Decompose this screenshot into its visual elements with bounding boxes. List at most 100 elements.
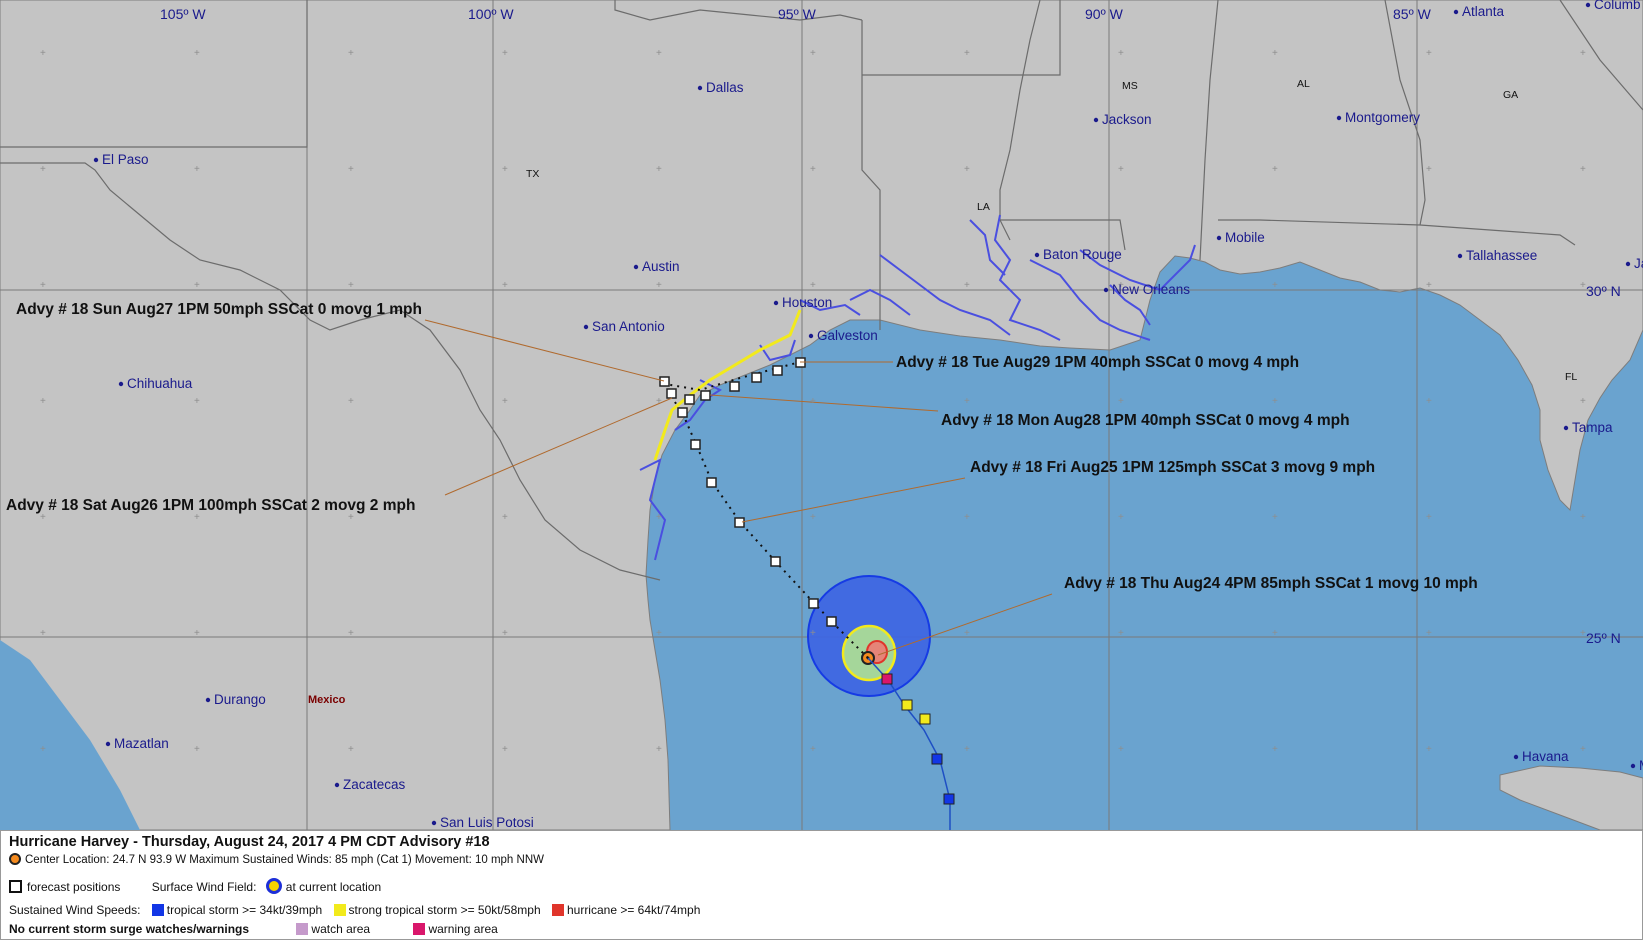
grid-cross: +: [1426, 48, 1432, 59]
city-marker: Tallahassee: [1457, 248, 1537, 263]
grid-cross: +: [656, 164, 662, 175]
grid-cross: +: [964, 744, 970, 755]
wind-field-target-icon: [265, 878, 282, 894]
advisory-label-thu: Advy # 18 Thu Aug24 4PM 85mph SSCat 1 mo…: [1064, 575, 1478, 592]
watch-area-swatch-icon: [296, 923, 309, 935]
grid-cross: +: [1118, 744, 1124, 755]
city-dot-icon: [1453, 9, 1459, 15]
grid-cross: +: [502, 512, 508, 523]
advisory-label-tue: Advy # 18 Tue Aug29 1PM 40mph SSCat 0 mo…: [896, 354, 1299, 371]
city-dot-icon: [1585, 2, 1591, 8]
grid-cross: +: [194, 744, 200, 755]
city-dot-icon: [633, 264, 639, 270]
advisory-label-mon: Advy # 18 Mon Aug28 1PM 40mph SSCat 0 mo…: [941, 412, 1350, 429]
city-marker: Zacatecas: [334, 777, 406, 792]
grid-cross: +: [502, 164, 508, 175]
state-label-tx: TX: [526, 168, 539, 180]
grid-cross: +: [194, 280, 200, 291]
city-marker: Columb: [1585, 0, 1641, 12]
grid-cross: +: [348, 628, 354, 639]
city-marker: Baton Rouge: [1034, 247, 1122, 262]
city-label: Tampa: [1572, 420, 1613, 435]
grid-cross: +: [964, 396, 970, 407]
city-label: Zacatecas: [343, 777, 406, 792]
lon-label: 90º W: [1085, 6, 1124, 22]
city-dot-icon: [773, 300, 779, 306]
city-label: Chihuahua: [127, 376, 193, 391]
lon-label: 95º W: [778, 6, 817, 22]
legend-title: Hurricane Harvey - Thursday, August 24, …: [9, 834, 490, 850]
grid-cross: +: [1272, 48, 1278, 59]
hurricane-map[interactable]: + + + + + + + + + + + + + + + + + + + + + + + + + + + + + + + + + + + + + + + +…: [0, 0, 1643, 830]
grid-cross: +: [1580, 48, 1586, 59]
grid-cross: +: [810, 164, 816, 175]
grid-cross: +: [656, 744, 662, 755]
city-marker: Mazatlan: [105, 736, 169, 751]
city-label: Houston: [782, 295, 832, 310]
city-marker: New Orleans: [1103, 282, 1190, 297]
grid-cross: +: [810, 744, 816, 755]
grid-cross: +: [1272, 628, 1278, 639]
city-label: Columb: [1594, 0, 1641, 12]
grid-cross: +: [810, 512, 816, 523]
city-dot-icon: [205, 697, 211, 703]
grid-cross: +: [656, 396, 662, 407]
city-marker: Galveston: [808, 328, 878, 343]
grid-cross: +: [40, 744, 46, 755]
city-label: Atlanta: [1462, 4, 1505, 19]
state-label-fl: FL: [1565, 371, 1577, 383]
lon-label: 100º W: [468, 6, 514, 22]
lon-label: 105º W: [160, 6, 206, 22]
city-label: San Luis Potosi: [440, 815, 534, 830]
city-label: Baton Rouge: [1043, 247, 1122, 262]
city-marker: Durango: [205, 692, 266, 707]
city-marker: San Luis Potosi: [431, 815, 534, 830]
grid-cross: +: [194, 628, 200, 639]
warning-area-swatch-icon: [413, 923, 426, 935]
city-label: Galveston: [817, 328, 878, 343]
city-dot-icon: [583, 324, 589, 330]
grid-cross: +: [1580, 396, 1586, 407]
grid-cross: +: [194, 164, 200, 175]
wind-field: [807, 575, 931, 697]
state-label-ga: GA: [1503, 89, 1518, 101]
grid-cross: +: [964, 512, 970, 523]
grid-cross: +: [1272, 744, 1278, 755]
city-label: Durango: [214, 692, 266, 707]
grid-cross: +: [810, 280, 816, 291]
grid-cross: +: [502, 48, 508, 59]
grid-cross: +: [1426, 280, 1432, 291]
grid-cross: +: [964, 164, 970, 175]
grid-cross: +: [40, 164, 46, 175]
legend-row-surge: No current storm surge watches/warnings …: [9, 922, 498, 936]
city-marker: Montgomery: [1336, 110, 1420, 125]
city-label: Mobile: [1225, 230, 1265, 245]
city-dot-icon: [1457, 253, 1463, 259]
grid-cross: +: [194, 396, 200, 407]
city-dot-icon: [808, 333, 814, 339]
advisory-label-sun: Advy # 18 Sun Aug27 1PM 50mph SSCat 0 mo…: [16, 301, 422, 318]
city-dot-icon: [1630, 763, 1636, 769]
tropical-storm-swatch-icon: [151, 904, 164, 916]
map-legend: Hurricane Harvey - Thursday, August 24, …: [0, 830, 1643, 940]
grid-cross: +: [656, 48, 662, 59]
city-label: M: [1639, 758, 1643, 773]
grid-cross: +: [348, 164, 354, 175]
strong-tropical-storm-swatch-icon: [333, 904, 346, 916]
grid-cross: +: [40, 628, 46, 639]
grid-cross: +: [810, 48, 816, 59]
grid-cross: +: [964, 48, 970, 59]
city-dot-icon: [1216, 235, 1222, 241]
city-dot-icon: [431, 820, 437, 826]
grid-cross: +: [348, 48, 354, 59]
grid-cross: +: [40, 396, 46, 407]
advisory-label-sat: Advy # 18 Sat Aug26 1PM 100mph SSCat 2 m…: [6, 497, 415, 514]
city-marker: San Antonio: [583, 319, 665, 334]
grid-cross: +: [1118, 512, 1124, 523]
grid-cross: +: [348, 744, 354, 755]
grid-cross: +: [656, 512, 662, 523]
grid-cross: +: [656, 628, 662, 639]
city-dot-icon: [1103, 287, 1109, 293]
grid-cross: +: [1426, 164, 1432, 175]
grid-cross: +: [810, 628, 816, 639]
